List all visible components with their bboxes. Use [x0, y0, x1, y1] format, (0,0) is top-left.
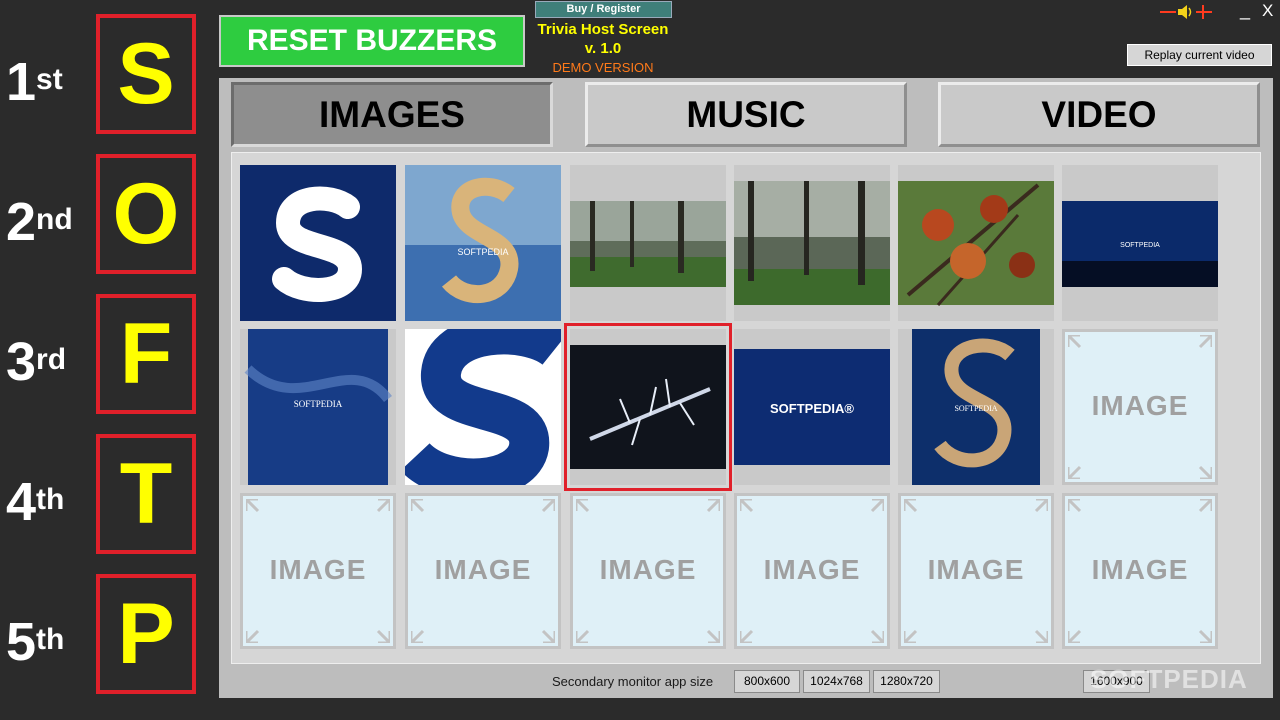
image-thumbnail[interactable]: [570, 165, 726, 321]
image-placeholder[interactable]: IMAGE: [240, 493, 396, 649]
image-placeholder[interactable]: IMAGE: [1062, 329, 1218, 485]
reset-buzzers-button[interactable]: RESET BUZZERS: [219, 15, 525, 67]
corner-arrow-icon: [870, 629, 884, 643]
corner-arrow-icon: [576, 499, 590, 513]
corner-arrow-icon: [1068, 335, 1082, 349]
demo-version-label: DEMO VERSION: [552, 60, 654, 75]
placeholder-label: IMAGE: [1091, 390, 1189, 421]
placeholder-label: IMAGE: [763, 554, 861, 585]
image-thumbnail[interactable]: SOFTPEDIA®: [734, 329, 890, 485]
rank-label: 1st: [6, 52, 63, 112]
corner-arrow-icon: [706, 499, 720, 513]
size-800x600-button[interactable]: 800x600: [734, 670, 800, 693]
corner-arrow-icon: [376, 499, 390, 513]
media-panel: IMAGES MUSIC VIDEO SOFTPEDIA SOFTPEDIA S…: [219, 78, 1273, 698]
image-placeholder[interactable]: IMAGE: [570, 493, 726, 649]
volume-icon[interactable]: [1160, 3, 1212, 21]
corner-arrow-icon: [1198, 499, 1212, 513]
buzzer-slot-1[interactable]: S: [96, 14, 196, 134]
corner-arrow-icon: [706, 629, 720, 643]
corner-arrow-icon: [740, 499, 754, 513]
buzzer-letter: P: [117, 586, 175, 682]
corner-arrow-icon: [1034, 499, 1048, 513]
corner-arrow-icon: [870, 499, 884, 513]
image-grid: SOFTPEDIA SOFTPEDIA SOFTPEDIA SOFTPEDIA®…: [231, 152, 1261, 664]
corner-arrow-icon: [541, 629, 555, 643]
thumbnail-caption: SOFTPEDIA: [954, 404, 997, 413]
buy-register-button[interactable]: Buy / Register: [535, 1, 672, 18]
rank-row-4: 4th T: [0, 434, 210, 562]
corner-arrow-icon: [576, 629, 590, 643]
rank-label: 4th: [6, 472, 65, 532]
image-placeholder[interactable]: IMAGE: [405, 493, 561, 649]
rank-row-5: 5th P: [0, 574, 210, 702]
image-thumbnail[interactable]: SOFTPEDIA: [898, 329, 1054, 485]
image-thumbnail-selected[interactable]: [564, 323, 732, 491]
corner-arrow-icon: [541, 499, 555, 513]
buzzer-letter: F: [119, 306, 173, 402]
corner-arrow-icon: [740, 629, 754, 643]
corner-arrow-icon: [1034, 629, 1048, 643]
buzzer-slot-4[interactable]: T: [96, 434, 196, 554]
size-1024x768-button[interactable]: 1024x768: [803, 670, 870, 693]
corner-arrow-icon: [904, 629, 918, 643]
app-version: v. 1.0: [584, 40, 622, 57]
image-thumbnail[interactable]: SOFTPEDIA: [405, 165, 561, 321]
buzzer-letter: O: [112, 166, 180, 262]
rank-label: 3rd: [6, 332, 67, 392]
softpedia-watermark: SOFTPEDIA: [1090, 664, 1248, 694]
placeholder-label: IMAGE: [927, 554, 1025, 585]
buzzer-slot-2[interactable]: O: [96, 154, 196, 274]
monitor-size-label: Secondary monitor app size: [552, 674, 714, 689]
corner-arrow-icon: [1198, 629, 1212, 643]
image-thumbnail[interactable]: SOFTPEDIA: [1062, 165, 1218, 321]
image-thumbnail[interactable]: [734, 165, 890, 321]
close-button[interactable]: X: [1262, 1, 1273, 21]
placeholder-label: IMAGE: [434, 554, 532, 585]
corner-arrow-icon: [376, 629, 390, 643]
placeholder-label: IMAGE: [269, 554, 367, 585]
rank-label: 5th: [6, 612, 65, 672]
buzzer-letter: S: [117, 26, 175, 122]
placeholder-label: IMAGE: [1091, 554, 1189, 585]
buzzer-slot-3[interactable]: F: [96, 294, 196, 414]
image-thumbnail[interactable]: SOFTPEDIA: [240, 329, 396, 485]
image-thumbnail[interactable]: [405, 329, 561, 485]
size-1280x720-button[interactable]: 1280x720: [873, 670, 940, 693]
buzzer-slot-5[interactable]: P: [96, 574, 196, 694]
rank-row-1: 1st S: [0, 14, 210, 142]
corner-arrow-icon: [1068, 499, 1082, 513]
rank-label: 2nd: [6, 192, 73, 252]
thumbnail-caption: SOFTPEDIA®: [770, 401, 854, 416]
thumbnail-caption: SOFTPEDIA: [294, 399, 343, 409]
corner-arrow-icon: [246, 499, 260, 513]
corner-arrow-icon: [904, 499, 918, 513]
image-thumbnail[interactable]: [240, 165, 396, 321]
rank-row-2: 2nd O: [0, 154, 210, 282]
image-thumbnail[interactable]: [898, 165, 1054, 321]
rank-row-3: 3rd F: [0, 294, 210, 422]
thumbnail-caption: SOFTPEDIA: [457, 247, 508, 257]
image-placeholder[interactable]: IMAGE: [734, 493, 890, 649]
app-name: Trivia Host Screen: [537, 21, 669, 38]
image-placeholder[interactable]: IMAGE: [898, 493, 1054, 649]
tab-images[interactable]: IMAGES: [231, 82, 553, 147]
replay-video-button[interactable]: Replay current video: [1127, 44, 1272, 66]
corner-arrow-icon: [411, 499, 425, 513]
thumbnail-caption: SOFTPEDIA: [1120, 242, 1160, 249]
corner-arrow-icon: [1068, 465, 1082, 479]
image-placeholder[interactable]: IMAGE: [1062, 493, 1218, 649]
corner-arrow-icon: [246, 629, 260, 643]
tab-music[interactable]: MUSIC: [585, 82, 907, 147]
buzzer-letter: T: [119, 446, 173, 542]
corner-arrow-icon: [1198, 465, 1212, 479]
corner-arrow-icon: [1068, 629, 1082, 643]
tab-video[interactable]: VIDEO: [938, 82, 1260, 147]
placeholder-label: IMAGE: [599, 554, 697, 585]
corner-arrow-icon: [411, 629, 425, 643]
minimize-button[interactable]: _: [1240, 0, 1250, 20]
corner-arrow-icon: [1198, 335, 1212, 349]
